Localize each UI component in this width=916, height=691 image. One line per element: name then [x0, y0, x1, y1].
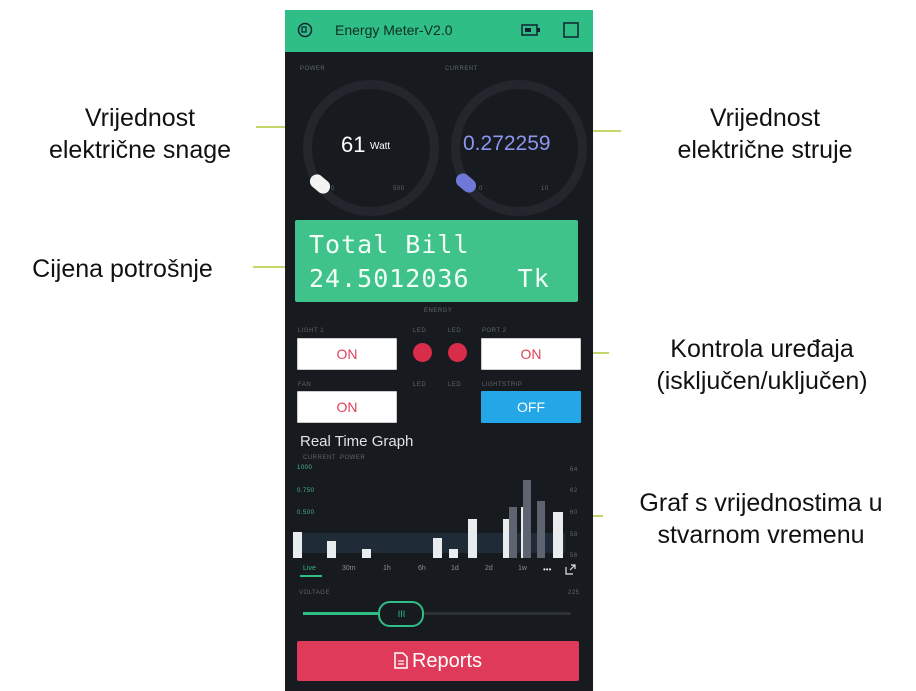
graph-bars — [285, 10, 593, 691]
graph-bar — [553, 512, 563, 558]
reports-button[interactable]: Reports — [297, 641, 579, 681]
graph-bar — [433, 537, 442, 558]
annotation-power-line1: Vrijednost — [84, 104, 196, 132]
tab-2d[interactable]: 2d — [485, 565, 493, 572]
graph-bar — [449, 548, 458, 558]
tab-6h[interactable]: 6h — [418, 565, 426, 572]
slider-max: 225 — [568, 590, 580, 596]
slider-thumb[interactable]: III — [378, 601, 425, 627]
tab-1w[interactable]: 1w — [518, 565, 527, 572]
graph-bar — [327, 541, 336, 558]
graph-bar — [362, 548, 371, 558]
tab-live-underline — [300, 575, 322, 577]
graph-bar — [523, 479, 531, 558]
annotation-control: Kontrola uređaja (isključen/uključen) — [612, 333, 912, 397]
document-icon — [394, 652, 408, 669]
annotation-current: Vrijednost električne struje — [625, 102, 905, 166]
annotation-current-line2: električne struje — [677, 136, 853, 164]
annotation-graph-line2: stvarnom vremenu — [657, 521, 865, 549]
tab-1h[interactable]: 1h — [383, 565, 391, 572]
graph-bar — [468, 519, 477, 558]
annotation-control-line2: (isključen/uključen) — [656, 367, 868, 395]
annotation-bill: Cijena potrošnje — [32, 255, 213, 283]
annotation-graph-line1: Graf s vrijednostima u — [639, 489, 883, 517]
annotation-graph: Graf s vrijednostima u stvarnom vremenu — [606, 487, 916, 551]
more-icon[interactable]: ••• — [543, 565, 551, 574]
slider-label: VOLTAGE — [299, 590, 330, 596]
tab-live[interactable]: Live — [303, 565, 316, 572]
annotation-power-line2: električne snage — [48, 136, 232, 164]
annotation-current-line1: Vrijednost — [709, 104, 821, 132]
tab-1d[interactable]: 1d — [451, 565, 459, 572]
annotation-power: Vrijednost električne snage — [20, 102, 260, 166]
graph-bar — [509, 507, 517, 558]
expand-icon[interactable] — [565, 564, 576, 575]
graph-bar — [537, 500, 545, 558]
graph-bar — [293, 532, 302, 558]
phone-screen: Energy Meter-V2.0 POWER 61 Watt 0 500 CU… — [285, 10, 593, 691]
reports-label: Reports — [411, 650, 483, 672]
tab-30m[interactable]: 30m — [342, 565, 356, 572]
annotation-control-line1: Kontrola uređaja — [670, 335, 854, 363]
